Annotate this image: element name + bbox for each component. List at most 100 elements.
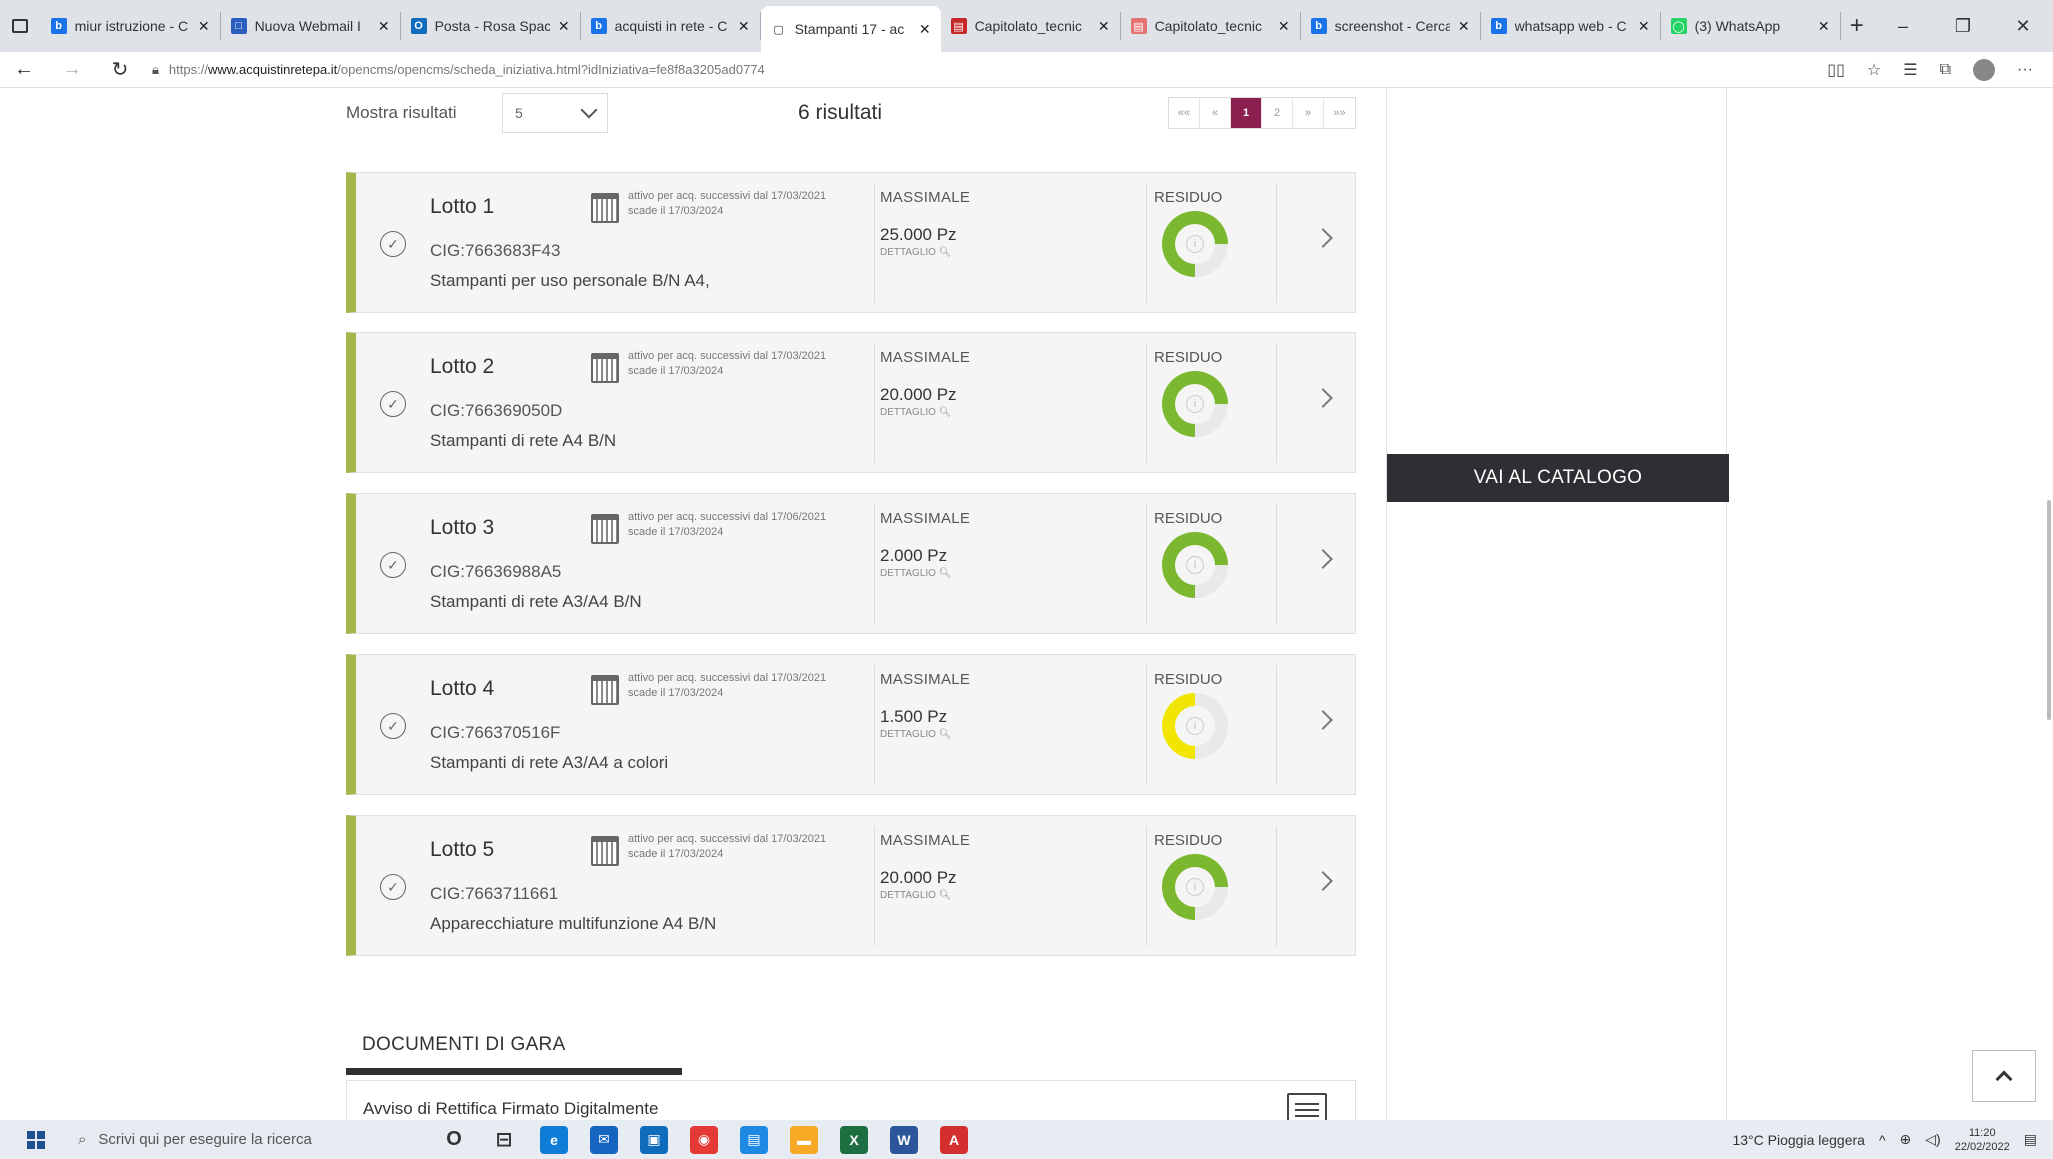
scroll-to-top-button[interactable] — [1972, 1050, 2036, 1102]
network-icon[interactable]: ⊕ — [1900, 1131, 1912, 1148]
tray-chevron-up-icon[interactable]: ^ — [1879, 1132, 1886, 1148]
explorer-icon[interactable]: ▬ — [790, 1125, 818, 1154]
chrome-icon[interactable]: ◉ — [690, 1125, 718, 1154]
lotto-card[interactable]: ✓ Lotto 4 CIG:766370516F Stampanti di rete … — [346, 654, 1356, 795]
close-tab-icon[interactable]: ✕ — [378, 18, 390, 35]
task-view-icon[interactable]: ⊟ — [490, 1126, 518, 1154]
minimize-icon[interactable]: – — [1873, 0, 1933, 52]
profile-avatar[interactable] — [1973, 58, 1996, 81]
browser-tab[interactable]: ◯ (3) WhatsApp ✕ — [1661, 12, 1841, 40]
browser-tab[interactable]: b acquisti in rete - C ✕ — [581, 12, 761, 40]
lotto-description: Stampanti di rete A3/A4 B/N — [430, 592, 642, 611]
dettaglio-link[interactable]: DETTAGLIO 🔍︎ — [880, 729, 951, 740]
close-tab-icon[interactable]: ✕ — [1818, 18, 1830, 35]
tab-title: acquisti in rete - C — [614, 18, 728, 34]
forward-icon[interactable]: → — [48, 58, 96, 81]
store-icon[interactable]: ▣ — [640, 1125, 668, 1154]
browser-tab-bar: b miur istruzione - C ✕ □ Nuova Webmail I ✕ O P… — [0, 0, 2053, 52]
close-window-icon[interactable]: ✕ — [1993, 0, 2053, 52]
chevron-right-icon[interactable] — [1313, 549, 1333, 569]
page-content: Mostra risultati 5 6 risultati «« «1 2»»» … — [0, 88, 2053, 1120]
pagination-item[interactable]: »» — [1324, 98, 1355, 128]
acrobat-icon[interactable]: A — [940, 1125, 968, 1154]
close-tab-icon[interactable]: ✕ — [1278, 18, 1290, 35]
tab-actions-icon[interactable] — [0, 0, 41, 52]
lotto-card[interactable]: ✓ Lotto 1 CIG:7663683F43 Stampanti per uso … — [346, 172, 1356, 313]
close-tab-icon[interactable]: ✕ — [558, 18, 570, 35]
column-separator — [874, 343, 875, 463]
favorites-icon[interactable]: ☰ — [1903, 60, 1917, 80]
dettaglio-link[interactable]: DETTAGLIO 🔍︎ — [880, 890, 951, 901]
column-separator — [874, 826, 875, 946]
more-icon[interactable]: ··· — [2017, 61, 2033, 79]
browser-tab[interactable]: ▤ Capitolato_tecnic ✕ — [941, 12, 1121, 40]
mail-icon[interactable]: ✉ — [590, 1125, 618, 1154]
collections-icon[interactable]: ⧉ — [1940, 61, 1951, 79]
url-field[interactable]: 🔒︎ https://www.acquistinretepa.it/opencm… — [144, 62, 1827, 78]
lotto-card[interactable]: ✓ Lotto 3 CIG:76636988A5 Stampanti di rete … — [346, 493, 1356, 634]
close-tab-icon[interactable]: ✕ — [1098, 18, 1110, 35]
browser-tab[interactable]: ▤ Capitolato_tecnic ✕ — [1121, 12, 1301, 40]
massimale-value: 1.500 Pz — [880, 707, 948, 726]
chevron-right-icon[interactable] — [1313, 228, 1333, 248]
browser-tab[interactable]: □ Nuova Webmail I ✕ — [221, 12, 401, 40]
dettaglio-label: DETTAGLIO — [880, 890, 936, 901]
document-row[interactable]: Avviso di Rettifica Firmato Digitalmente — [346, 1080, 1356, 1120]
browser-tab[interactable]: ▢ Stampanti 17 - ac ✕ — [760, 6, 941, 52]
tab-favicon-icon: b — [590, 18, 607, 34]
close-tab-icon[interactable]: ✕ — [738, 18, 750, 35]
close-tab-icon[interactable]: ✕ — [1458, 18, 1470, 35]
refresh-icon[interactable]: ↻ — [96, 57, 144, 82]
dettaglio-link[interactable]: DETTAGLIO 🔍︎ — [880, 407, 951, 418]
browser-tab[interactable]: b whatsapp web - C ✕ — [1481, 12, 1661, 40]
lotto-dates: attivo per acq. successivi dal 17/03/202… — [628, 189, 826, 219]
new-tab-button[interactable]: + — [1841, 0, 1873, 52]
lotto-card[interactable]: ✓ Lotto 2 CIG:766369050D Stampanti di rete … — [346, 332, 1356, 473]
cortana-icon[interactable]: O — [440, 1126, 468, 1154]
catalog-button[interactable]: VAI AL CATALOGO — [1387, 454, 1729, 502]
start-button[interactable] — [0, 1130, 72, 1149]
browser-tab[interactable]: b miur istruzione - C ✕ — [41, 12, 221, 40]
chevron-right-icon[interactable] — [1313, 388, 1333, 408]
document-icon[interactable] — [1287, 1093, 1327, 1120]
calendar-icon — [591, 193, 619, 223]
results-toolbar: Mostra risultati 5 6 risultati «« «1 2»»» — [346, 92, 1356, 134]
lotto-cig: CIG:76636988A5 — [430, 562, 562, 581]
word-icon[interactable]: W — [890, 1125, 918, 1154]
chevron-right-icon[interactable] — [1313, 710, 1333, 730]
lotto-card[interactable]: ✓ Lotto 5 CIG:7663711661 Apparecchiature mu… — [346, 815, 1356, 956]
chevron-right-icon[interactable] — [1313, 871, 1333, 891]
dettaglio-link[interactable]: DETTAGLIO 🔍︎ — [880, 568, 951, 579]
browser-tab[interactable]: b screenshot - Cerca ✕ — [1301, 12, 1481, 40]
lotto-title: Lotto 5 — [430, 838, 495, 861]
page-scrollbar[interactable] — [2047, 500, 2051, 720]
results-count: 6 risultati — [798, 101, 883, 124]
results-per-page-select[interactable]: 5 — [502, 93, 608, 133]
pagination-item[interactable]: «« — [1169, 98, 1200, 128]
excel-icon[interactable]: X — [840, 1125, 868, 1154]
massimale-label: MASSIMALE — [880, 349, 971, 366]
volume-icon[interactable]: ◁) — [1925, 1131, 1940, 1148]
close-tab-icon[interactable]: ✕ — [919, 21, 931, 38]
notifications-icon[interactable]: ▤ — [2024, 1131, 2037, 1148]
taskbar-search[interactable]: ⌕ Scrivi qui per eseguire la ricerca — [72, 1120, 424, 1159]
edge-icon[interactable]: e — [540, 1125, 568, 1154]
restore-icon[interactable]: ❐ — [1933, 0, 1993, 52]
close-tab-icon[interactable]: ✕ — [1638, 18, 1650, 35]
weather-widget[interactable]: 13°C Pioggia leggera — [1732, 1132, 1864, 1148]
pagination-item[interactable]: 1 — [1231, 98, 1262, 128]
lotto-expiry: scade il 17/03/2024 — [628, 687, 724, 699]
pagination-item[interactable]: 2 — [1262, 98, 1293, 128]
back-icon[interactable]: ← — [0, 58, 48, 81]
dettaglio-link[interactable]: DETTAGLIO 🔍︎ — [880, 247, 951, 258]
browser-tab[interactable]: O Posta - Rosa Spac ✕ — [401, 12, 581, 40]
pagination-item[interactable]: « — [1200, 98, 1231, 128]
save-icon[interactable]: ▤ — [740, 1125, 768, 1154]
clock[interactable]: 11:20 22/02/2022 — [1955, 1126, 2010, 1154]
reader-view-icon[interactable]: ▯▯ — [1827, 60, 1845, 80]
url-path: /opencms/opencms/scheda_iniziativa.html?… — [337, 62, 765, 77]
close-tab-icon[interactable]: ✕ — [198, 18, 210, 35]
pagination-item[interactable]: » — [1293, 98, 1324, 128]
lotto-title: Lotto 1 — [430, 195, 495, 218]
add-favorite-icon[interactable]: ☆ — [1867, 60, 1881, 80]
